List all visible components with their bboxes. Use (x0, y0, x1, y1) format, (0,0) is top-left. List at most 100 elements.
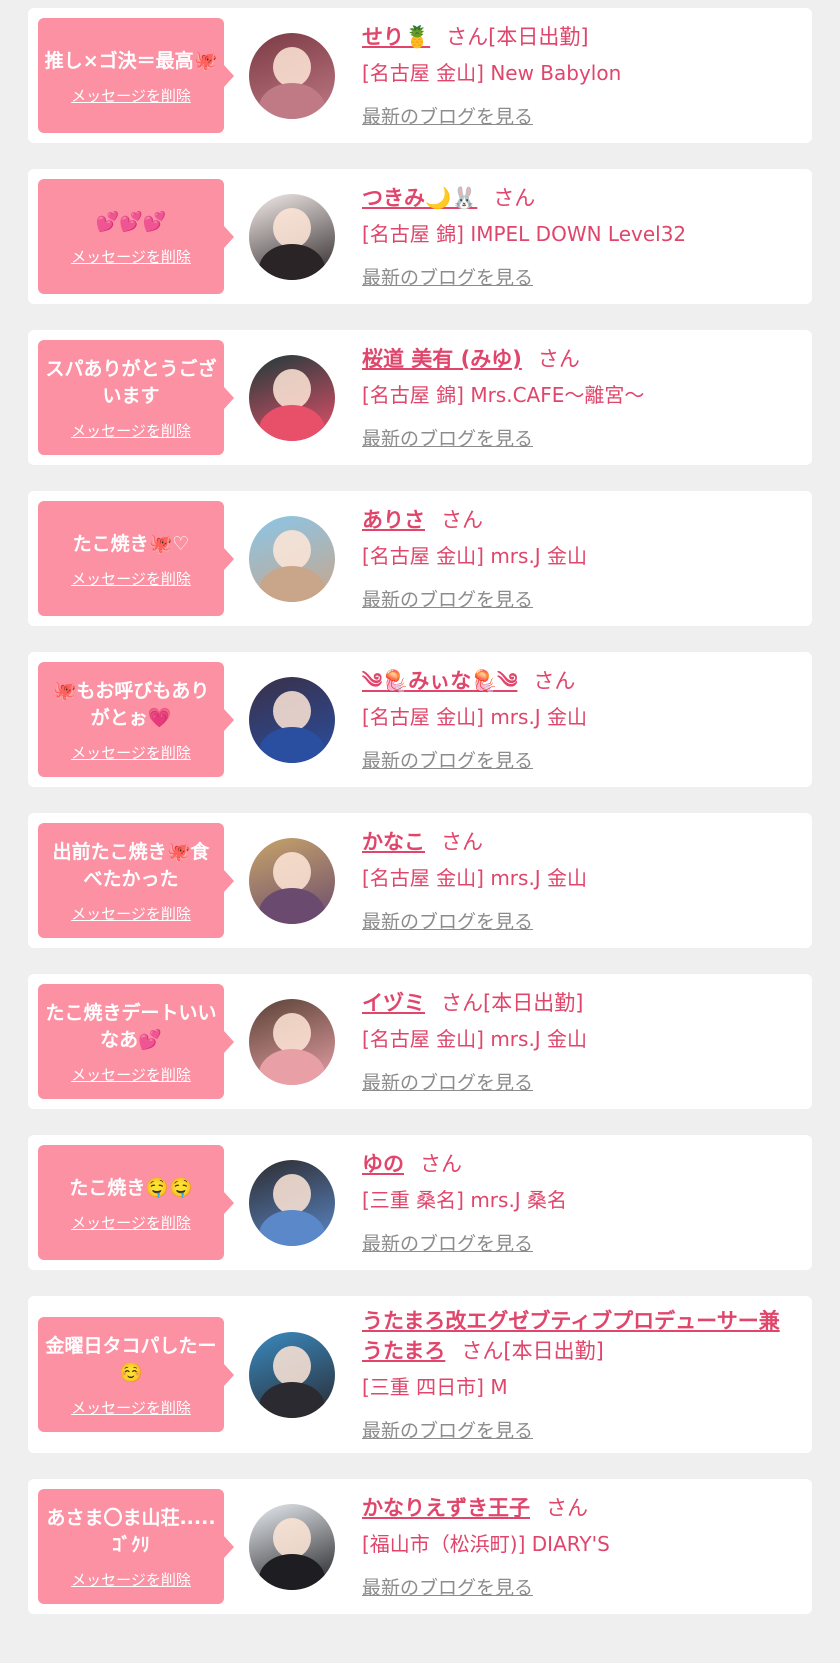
profile-name-link[interactable]: せり🍍 (362, 25, 430, 49)
avatar[interactable] (249, 837, 335, 924)
message-bubble: 金曜日タコパしたー☺️ メッセージを削除 (38, 1317, 224, 1432)
avatar-container (224, 193, 360, 280)
avatar-body-shape (259, 1209, 325, 1246)
profile-info: かなりえずき王子 さん [福山市（松浜町)] DIARY'S 最新のブログを見る (360, 1493, 812, 1600)
delete-message-link[interactable]: メッセージを削除 (71, 85, 191, 106)
profile-info: ありさ さん [名古屋 金山] mrs.J 金山 最新のブログを見る (360, 505, 812, 612)
avatar-face-shape (273, 1517, 311, 1558)
message-bubble: たこ焼き🐙♡ メッセージを削除 (38, 501, 224, 616)
view-latest-blog-link[interactable]: 最新のブログを見る (362, 1229, 533, 1256)
profile-name-link[interactable]: ༄🪼みぃな🪼༄ (362, 669, 517, 693)
delete-message-link[interactable]: メッセージを削除 (71, 1212, 191, 1233)
avatar[interactable] (249, 998, 335, 1085)
profile-info: かなこ さん [名古屋 金山] mrs.J 金山 最新のブログを見る (360, 827, 812, 934)
shop-location: [三重 四日市] M (362, 1375, 508, 1399)
profile-name-link[interactable]: イヅミ (362, 991, 425, 1015)
profile-name-link[interactable]: かなりえずき王子 (362, 1496, 530, 1520)
avatar-container (224, 837, 360, 924)
avatar[interactable] (249, 354, 335, 441)
message-text: たこ焼きデートいいなあ💕 (45, 1002, 217, 1051)
profile-name-link[interactable]: つきみ🌙🐰 (362, 186, 477, 210)
message-text: 🐙もお呼びもありがとぉ💗 (52, 680, 210, 729)
message-card: 推し×ゴ決＝最高🐙 メッセージを削除 せり🍍 さん[本日出勤] [名古屋 金山] … (28, 8, 812, 143)
delete-message-link[interactable]: メッセージを削除 (71, 1064, 191, 1085)
name-line: かなりえずき王子 さん (362, 1493, 798, 1523)
message-card: たこ焼き🤤🤤 メッセージを削除 ゆの さん [三重 桑名] mrs.J 桑名 最新… (28, 1135, 812, 1270)
delete-message-link[interactable]: メッセージを削除 (71, 742, 191, 763)
delete-message-link[interactable]: メッセージを削除 (71, 903, 191, 924)
view-latest-blog-link[interactable]: 最新のブログを見る (362, 1416, 533, 1443)
message-text: 金曜日タコパしたー☺️ (45, 1335, 217, 1384)
view-latest-blog-link[interactable]: 最新のブログを見る (362, 263, 533, 290)
avatar[interactable] (249, 1331, 335, 1418)
name-line: つきみ🌙🐰 さん (362, 183, 798, 213)
name-line: かなこ さん (362, 827, 798, 857)
avatar-face-shape (273, 1173, 311, 1214)
delete-message-link[interactable]: メッセージを削除 (71, 568, 191, 589)
view-latest-blog-link[interactable]: 最新のブログを見る (362, 585, 533, 612)
avatar-body-shape (259, 887, 325, 924)
message-card: あさま〇ま山荘.....ｺﾞｸﾘ メッセージを削除 かなりえずき王子 さん [福山… (28, 1479, 812, 1614)
message-card: たこ焼きデートいいなあ💕 メッセージを削除 イヅミ さん[本日出勤] [名古屋 金… (28, 974, 812, 1109)
honorific-status: さん (537, 347, 580, 371)
honorific-status: さん[本日出勤] (446, 25, 589, 49)
delete-message-link[interactable]: メッセージを削除 (71, 420, 191, 441)
message-text: 💕💕💕 (95, 210, 167, 233)
shop-location: [名古屋 錦] Mrs.CAFE〜離宮〜 (362, 383, 645, 407)
view-latest-blog-link[interactable]: 最新のブログを見る (362, 907, 533, 934)
message-bubble: スパありがとうございます メッセージを削除 (38, 340, 224, 455)
avatar-face-shape (273, 529, 311, 570)
avatar[interactable] (249, 193, 335, 280)
avatar-container (224, 1159, 360, 1246)
avatar[interactable] (249, 515, 335, 602)
delete-message-link[interactable]: メッセージを削除 (71, 1569, 191, 1590)
message-card: スパありがとうございます メッセージを削除 桜道 美有 (みゆ) さん [名古屋 … (28, 330, 812, 465)
view-latest-blog-link[interactable]: 最新のブログを見る (362, 746, 533, 773)
honorific-status: さん[本日出勤] (441, 991, 584, 1015)
delete-message-link[interactable]: メッセージを削除 (71, 1397, 191, 1418)
avatar[interactable] (249, 1159, 335, 1246)
delete-message-link[interactable]: メッセージを削除 (71, 246, 191, 267)
view-latest-blog-link[interactable]: 最新のブログを見る (362, 1573, 533, 1600)
avatar-face-shape (273, 851, 311, 892)
avatar-face-shape (273, 207, 311, 248)
avatar-container (224, 1503, 360, 1590)
message-card: 💕💕💕 メッセージを削除 つきみ🌙🐰 さん [名古屋 錦] IMPEL DOWN … (28, 169, 812, 304)
shop-location: [三重 桑名] mrs.J 桑名 (362, 1188, 568, 1212)
message-text: たこ焼き🤤🤤 (69, 1176, 193, 1199)
profile-name-link[interactable]: ゆの (362, 1152, 404, 1176)
profile-name-link[interactable]: ありさ (362, 508, 425, 532)
profile-name-link[interactable]: 桜道 美有 (みゆ) (362, 347, 522, 371)
name-line: ゆの さん (362, 1149, 798, 1179)
avatar-face-shape (273, 690, 311, 731)
avatar[interactable] (249, 32, 335, 119)
message-list: 推し×ゴ決＝最高🐙 メッセージを削除 せり🍍 さん[本日出勤] [名古屋 金山] … (0, 0, 840, 1614)
avatar[interactable] (249, 1503, 335, 1590)
avatar-face-shape (273, 46, 311, 87)
avatar[interactable] (249, 676, 335, 763)
message-card: 🐙もお呼びもありがとぉ💗 メッセージを削除 ༄🪼みぃな🪼༄ さん [名古屋 金山]… (28, 652, 812, 787)
honorific-status: さん[本日出勤] (461, 1339, 604, 1363)
honorific-status: さん (420, 1152, 462, 1176)
profile-name-link[interactable]: かなこ (362, 830, 425, 854)
message-bubble: 💕💕💕 メッセージを削除 (38, 179, 224, 294)
avatar-body-shape (259, 1048, 325, 1085)
shop-location: [福山市（松浜町)] DIARY'S (362, 1532, 610, 1556)
honorific-status: さん (493, 186, 536, 210)
message-bubble: 🐙もお呼びもありがとぉ💗 メッセージを削除 (38, 662, 224, 777)
view-latest-blog-link[interactable]: 最新のブログを見る (362, 1068, 533, 1095)
message-text: 出前たこ焼き🐙食べたかった (52, 841, 210, 890)
avatar-container (224, 676, 360, 763)
honorific-status: さん (533, 669, 576, 693)
profile-info: ゆの さん [三重 桑名] mrs.J 桑名 最新のブログを見る (360, 1149, 812, 1256)
profile-info: せり🍍 さん[本日出勤] [名古屋 金山] New Babylon 最新のブログを… (360, 22, 812, 129)
name-line: ༄🪼みぃな🪼༄ さん (362, 666, 798, 696)
view-latest-blog-link[interactable]: 最新のブログを見る (362, 424, 533, 451)
avatar-body-shape (259, 565, 325, 602)
name-line: せり🍍 さん[本日出勤] (362, 22, 798, 52)
avatar-body-shape (259, 1553, 325, 1590)
profile-info: イヅミ さん[本日出勤] [名古屋 金山] mrs.J 金山 最新のブログを見る (360, 988, 812, 1095)
view-latest-blog-link[interactable]: 最新のブログを見る (362, 102, 533, 129)
avatar-container (224, 354, 360, 441)
message-bubble: 出前たこ焼き🐙食べたかった メッセージを削除 (38, 823, 224, 938)
